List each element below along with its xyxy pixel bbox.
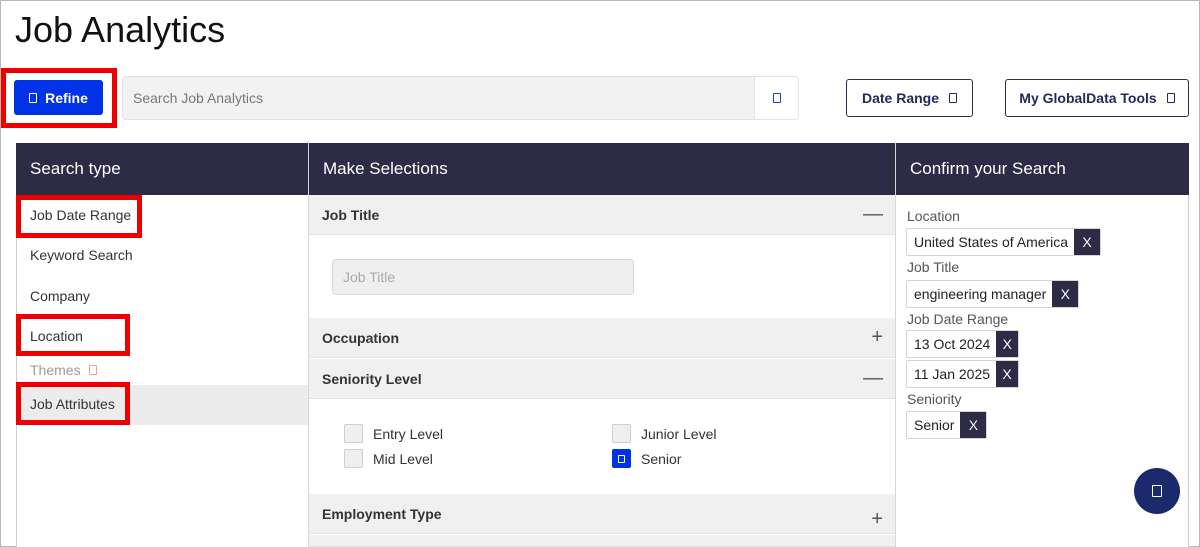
confirm-search-heading: Confirm your Search (910, 159, 1066, 178)
accordion-occupation[interactable]: Occupation + (309, 318, 895, 358)
accordion-next (309, 535, 895, 547)
checkbox-senior[interactable]: Senior (612, 449, 681, 468)
accordion-employment-type[interactable]: Employment Type + (309, 494, 895, 534)
expand-icon[interactable]: + (871, 326, 883, 349)
checkbox-label: Senior (641, 450, 682, 467)
chip-text: 13 Oct 2024 (914, 336, 991, 352)
highlight-location (16, 314, 130, 356)
highlight-job-attributes (16, 382, 130, 425)
search-type-keyword-search[interactable]: Keyword Search (30, 247, 133, 263)
checkbox[interactable] (344, 449, 363, 468)
remove-date-from-button[interactable]: X (996, 331, 1019, 357)
search-icon (772, 93, 781, 103)
seniority-section-label: Seniority Level (322, 370, 422, 387)
date-range-label: Date Range (861, 90, 940, 106)
job-title-section-label: Job Title (322, 206, 380, 223)
search-type-themes[interactable]: Themes (30, 362, 97, 378)
tools-label: My GlobalData Tools (1019, 90, 1157, 106)
chat-button[interactable] (1134, 468, 1180, 514)
highlight-refine (1, 68, 117, 128)
make-selections-heading: Make Selections (323, 159, 448, 178)
checkbox[interactable] (344, 424, 363, 443)
chat-icon (1152, 485, 1162, 497)
search-type-company[interactable]: Company (30, 288, 90, 304)
confirm-date-range-label: Job Date Range (907, 311, 1009, 327)
remove-location-button[interactable]: X (1074, 229, 1101, 255)
chip-text: 11 Jan 2025 (914, 366, 991, 382)
chip-seniority: Senior X (906, 411, 988, 439)
employment-type-section-label: Employment Type (322, 505, 442, 522)
search-input[interactable] (123, 77, 754, 119)
collapse-icon[interactable]: — (863, 203, 883, 226)
confirm-seniority-label: Seniority (907, 391, 962, 407)
search-button[interactable] (754, 77, 798, 119)
checkbox-junior-level[interactable]: Junior Level (612, 424, 717, 443)
search-type-heading: Search type (30, 159, 121, 178)
calendar-icon (949, 93, 958, 103)
chip-date-to: 11 Jan 2025 X (906, 360, 1020, 388)
checkbox-label: Entry Level (373, 425, 444, 442)
checkbox-mid-level[interactable]: Mid Level (344, 449, 433, 468)
chip-text: engineering manager (914, 286, 1047, 302)
confirm-location-label: Location (907, 208, 960, 224)
checkbox-checked[interactable] (612, 449, 631, 468)
accordion-job-title[interactable]: Job Title — (309, 195, 895, 235)
chip-text: United States of America (914, 234, 1069, 250)
job-title-input[interactable] (332, 259, 634, 295)
chip-date-from: 13 Oct 2024 X (906, 330, 1020, 358)
checkbox-label: Mid Level (373, 450, 433, 467)
date-range-button[interactable]: Date Range (846, 79, 973, 117)
chevron-down-icon (1166, 93, 1175, 103)
chip-text: Senior (914, 417, 955, 433)
highlight-job-date-range (16, 195, 142, 238)
remove-job-title-button[interactable]: X (1052, 281, 1079, 307)
my-globaldata-tools-button[interactable]: My GlobalData Tools (1005, 79, 1189, 117)
check-icon (618, 454, 625, 463)
checkbox[interactable] (612, 424, 631, 443)
confirm-job-title-label: Job Title (907, 259, 960, 275)
themes-label: Themes (30, 362, 81, 378)
occupation-section-label: Occupation (322, 329, 400, 346)
lock-icon (88, 365, 97, 375)
remove-date-to-button[interactable]: X (996, 361, 1019, 387)
collapse-icon[interactable]: — (863, 367, 883, 390)
search-bar (122, 76, 799, 120)
checkbox-entry-level[interactable]: Entry Level (344, 424, 443, 443)
remove-seniority-button[interactable]: X (960, 412, 987, 438)
checkbox-label: Junior Level (641, 425, 717, 442)
chip-location: United States of America X (906, 228, 1102, 256)
chip-job-title: engineering manager X (906, 280, 1080, 308)
page-title: Job Analytics (15, 9, 226, 50)
accordion-seniority-level[interactable]: Seniority Level — (309, 359, 895, 399)
expand-icon[interactable]: + (871, 508, 883, 533)
